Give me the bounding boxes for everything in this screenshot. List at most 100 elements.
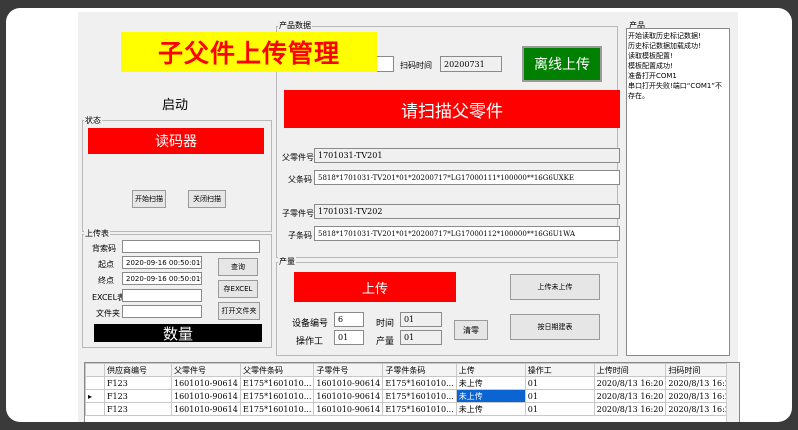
column-header[interactable]: 子零件号 xyxy=(313,363,384,377)
table-cell[interactable]: 2020/8/13 16:20 xyxy=(593,376,667,390)
parent-part-label: 父零件号 xyxy=(282,153,314,162)
table-cell[interactable]: E175*1601010... xyxy=(239,402,315,416)
log-line: 串口打开失败!端口“COM1”不存在。 xyxy=(628,82,722,100)
table-cell[interactable]: 1601010-90614 xyxy=(313,402,384,416)
title-banner: 子父件上传管理 xyxy=(121,32,377,72)
table-cell[interactable]: 未上传 xyxy=(455,376,526,390)
table-cell[interactable]: 1601010-90614 xyxy=(171,376,241,390)
device-number-label: 设备编号 xyxy=(292,319,329,329)
output-label: 产量 xyxy=(376,337,395,347)
start-label: 启动 xyxy=(162,98,189,113)
supplier-code-label: 背索码 xyxy=(92,244,116,253)
scan-time-label: 扫码时间 xyxy=(400,61,432,70)
table-cell[interactable]: E175*1601010... xyxy=(239,389,315,403)
table-cell[interactable]: 未上传 xyxy=(455,402,526,416)
start-time-picker[interactable]: 2020-09-16 00:50:01▾ xyxy=(122,256,202,269)
row-marker xyxy=(85,402,105,416)
row-marker xyxy=(85,376,105,390)
production-group-title: 产量 xyxy=(278,256,296,267)
upload-not-uploaded-button[interactable]: 上传未上传 xyxy=(510,274,600,300)
status-group-title: 状态 xyxy=(84,115,102,126)
table-row[interactable]: F123 1601010-90614 E175*1601010... 16010… xyxy=(85,376,738,390)
column-header[interactable]: 子零件条码 xyxy=(382,363,457,377)
table-cell[interactable]: E175*1601010... xyxy=(239,376,315,390)
table-row[interactable]: ▸ F123 1601010-90614 E175*1601010... 160… xyxy=(85,389,738,403)
calendar-dropdown-icon: ▾ xyxy=(200,259,201,267)
parent-part-field: 1701031-TV201 xyxy=(314,148,620,163)
table-cell[interactable]: E175*1601010... xyxy=(382,376,457,390)
selected-table-cell[interactable]: 未上传 xyxy=(455,389,526,403)
operator-label: 操作工 xyxy=(296,337,324,347)
column-header[interactable]: 供应商编号 xyxy=(104,363,172,377)
column-header[interactable]: 上传时间 xyxy=(593,363,667,377)
child-barcode-label: 子条码 xyxy=(288,231,312,240)
table-cell[interactable]: 2020/8/13 16:20 xyxy=(593,389,667,403)
end-time-label: 终点 xyxy=(98,276,114,285)
table-cell[interactable]: 1601010-90614 xyxy=(171,402,241,416)
scan-time-field: 20200731 xyxy=(440,56,502,72)
table-cell[interactable]: 1601010-90614 xyxy=(313,376,384,390)
folder-label: 文件夹 xyxy=(96,309,120,318)
count-banner: 数量 xyxy=(94,324,262,343)
records-grid: 供应商编号 父零件号 父零件条码 子零件号 子零件条码 上传 操作工 上传时间 … xyxy=(84,362,740,422)
table-cell[interactable]: 01 xyxy=(524,389,595,403)
current-row-marker: ▸ xyxy=(85,389,105,403)
child-part-label: 子零件号 xyxy=(282,209,314,218)
device-number-field[interactable]: 6 xyxy=(334,312,364,327)
column-header[interactable]: 上传 xyxy=(455,363,526,377)
child-part-field: 1701031-TV202 xyxy=(314,204,620,219)
reader-status-banner: 读码器 xyxy=(88,128,264,154)
log-line: 历史标记数据加载成功! xyxy=(628,42,701,50)
output-field: 01 xyxy=(400,330,442,345)
operator-field[interactable]: 01 xyxy=(334,330,364,345)
product-data-title: 产品数据 xyxy=(278,20,312,31)
table-cell[interactable]: E175*1601010... xyxy=(382,389,457,403)
excel-input[interactable] xyxy=(122,289,202,302)
save-excel-button[interactable]: 存EXCEL xyxy=(218,280,258,298)
log-textbox[interactable]: 开始读取历史标记数据! 历史标记数据加载成功! 读取模板配置! 模板配置成功! … xyxy=(626,28,730,356)
table-cell[interactable]: 01 xyxy=(524,402,595,416)
log-line: 准备打开COM1 xyxy=(628,72,677,80)
prompt-banner: 请扫描父零件 xyxy=(284,90,620,128)
table-cell[interactable]: F123 xyxy=(104,389,172,403)
table-cell[interactable]: E175*1601010... xyxy=(382,402,457,416)
log-line: 读取模板配置! xyxy=(628,52,673,60)
child-barcode-field[interactable]: 5818*1701031-TV201*01*20200717*LG1700011… xyxy=(314,226,620,241)
parent-barcode-field[interactable]: 5818*1701031-TV201*01*20200717*LG1700011… xyxy=(314,170,620,185)
upload-status-banner: 上传 xyxy=(294,272,456,302)
offline-upload-button[interactable]: 离线上传 xyxy=(522,46,602,82)
date-report-button[interactable]: 按日期建表 xyxy=(510,314,600,340)
time-field: 01 xyxy=(400,312,442,327)
upload-table-title: 上传表 xyxy=(84,228,110,239)
table-row[interactable]: F123 1601010-90614 E175*1601010... 16010… xyxy=(85,402,738,416)
table-cell[interactable]: 1601010-90614 xyxy=(313,389,384,403)
grid-header-row: 供应商编号 父零件号 父零件条码 子零件号 子零件条码 上传 操作工 上传时间 … xyxy=(85,363,738,377)
column-header[interactable]: 操作工 xyxy=(524,363,595,377)
log-line: 开始读取历史标记数据! xyxy=(628,32,701,40)
column-header[interactable]: 父零件条码 xyxy=(239,363,315,377)
row-marker-header xyxy=(85,363,105,377)
app-window: 状态 启动 读码器 开始扫描 关闭扫描 上传表 背索码 起点 2020-09-1… xyxy=(78,12,738,422)
table-cell[interactable]: 2020/8/13 16:20 xyxy=(593,402,667,416)
folder-input[interactable] xyxy=(122,305,202,318)
screenshot-frame: 状态 启动 读码器 开始扫描 关闭扫描 上传表 背索码 起点 2020-09-1… xyxy=(6,8,792,422)
grid-vertical-scrollbar[interactable] xyxy=(726,363,739,422)
calendar-dropdown-icon: ▾ xyxy=(200,275,201,283)
stop-scan-button[interactable]: 关闭扫描 xyxy=(188,190,226,208)
start-scan-button[interactable]: 开始扫描 xyxy=(132,190,166,208)
query-button[interactable]: 查询 xyxy=(218,258,258,276)
excel-label: EXCEL表 xyxy=(92,293,126,302)
log-line: 模板配置成功! xyxy=(628,62,673,70)
start-time-label: 起点 xyxy=(98,260,114,269)
column-header[interactable]: 父零件号 xyxy=(171,363,241,377)
parent-barcode-label: 父条码 xyxy=(288,175,312,184)
table-cell[interactable]: F123 xyxy=(104,376,172,390)
table-cell[interactable]: F123 xyxy=(104,402,172,416)
table-cell[interactable]: 01 xyxy=(524,376,595,390)
open-folder-button[interactable]: 打开文件夹 xyxy=(218,302,260,320)
supplier-code-input[interactable] xyxy=(122,240,260,253)
table-cell[interactable]: 1601010-90614 xyxy=(171,389,241,403)
end-time-picker[interactable]: 2020-09-16 00:50:01▾ xyxy=(122,272,202,285)
time-label: 时间 xyxy=(376,319,395,329)
clear-button[interactable]: 清零 xyxy=(454,320,488,340)
